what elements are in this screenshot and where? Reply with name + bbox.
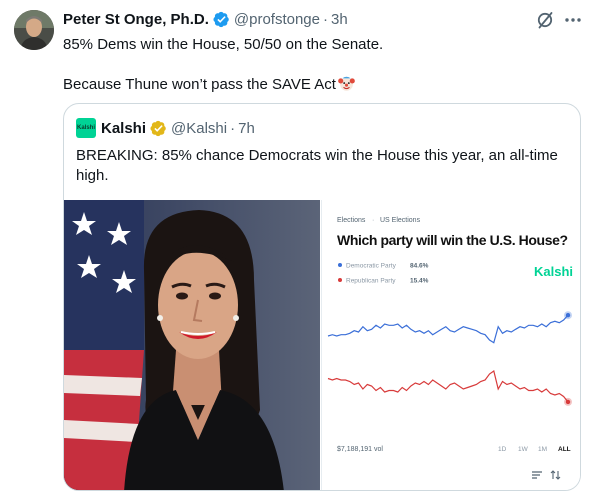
range-1w-button[interactable]: 1W xyxy=(518,446,529,453)
breadcrumb-us-elections[interactable]: US Elections xyxy=(380,217,421,224)
verified-badge-icon[interactable] xyxy=(213,11,230,28)
more-options-icon[interactable] xyxy=(563,10,583,30)
volume-label: $7,188,191 vol xyxy=(337,446,383,453)
legend-dot-republican xyxy=(338,278,342,282)
author-avatar[interactable] xyxy=(14,10,54,50)
quote-author-handle[interactable]: @Kalshi xyxy=(171,120,227,137)
range-all-button[interactable]: ALL xyxy=(558,446,571,453)
tweet-text-line1: 85% Dems win the House, 50/50 on the Sen… xyxy=(63,36,384,53)
chart-plot-area xyxy=(327,311,572,406)
chart-title: Which party will win the U.S. House? xyxy=(337,232,568,248)
kalshi-brand-logo: Kalshi xyxy=(534,264,573,279)
gold-verified-badge-icon[interactable] xyxy=(150,120,167,137)
tweet-text: 85% Dems win the House, 50/50 on the Sen… xyxy=(63,35,573,95)
market-chart: Elections · US Elections Which party wil… xyxy=(327,217,573,480)
author-handle[interactable]: @profstonge xyxy=(234,11,320,28)
portrait-image xyxy=(64,200,320,490)
legend-label-republican: Republican Party xyxy=(346,278,396,285)
legend-dot-democratic xyxy=(338,263,342,267)
series-endpoint-democratic xyxy=(565,313,571,318)
filter-lines-icon[interactable] xyxy=(532,471,542,479)
range-1m-button[interactable]: 1M xyxy=(538,446,547,453)
tweet-text-line2-content: Because Thune won’t pass the SAVE Act xyxy=(63,76,336,93)
author-name[interactable]: Peter St Onge, Ph.D. xyxy=(63,11,209,28)
quote-media[interactable]: Elections · US Elections Which party wil… xyxy=(64,200,580,490)
quote-header: Kalshi Kalshi @Kalshi · 7h xyxy=(76,118,255,138)
breadcrumb-elections[interactable]: Elections xyxy=(337,217,366,224)
clown-face-icon xyxy=(338,76,355,91)
legend-value-republican: 15.4% xyxy=(410,278,429,285)
quote-text: BREAKING: 85% chance Democrats win the H… xyxy=(76,147,558,184)
quote-timestamp[interactable]: 7h xyxy=(238,120,255,137)
grok-icon[interactable] xyxy=(535,10,555,30)
breadcrumb-separator: · xyxy=(372,217,374,224)
series-line-republican xyxy=(327,370,569,403)
portrait-photo[interactable] xyxy=(64,200,320,490)
swap-arrows-icon[interactable] xyxy=(550,470,561,480)
series-endpoint-republican xyxy=(565,399,571,405)
avatar-photo xyxy=(14,10,54,50)
series-line-democratic xyxy=(327,314,569,344)
tweet-header: Peter St Onge, Ph.D. @profstonge · 3h xyxy=(63,10,348,28)
kalshi-chart-card[interactable]: Elections · US Elections Which party wil… xyxy=(321,200,580,490)
kalshi-avatar-label: Kalshi xyxy=(76,125,95,131)
quote-author-name[interactable]: Kalshi xyxy=(101,120,146,137)
legend-label-democratic: Democratic Party xyxy=(346,263,397,270)
separator-dot: · xyxy=(323,10,328,28)
quoted-tweet[interactable]: Kalshi Kalshi @Kalshi · 7h BREAKING: 85%… xyxy=(63,103,581,491)
range-1d-button[interactable]: 1D xyxy=(498,446,507,453)
kalshi-avatar[interactable]: Kalshi xyxy=(76,118,96,138)
quote-separator-dot: · xyxy=(230,119,236,137)
tweet-timestamp[interactable]: 3h xyxy=(331,11,348,28)
legend-value-democratic: 84.6% xyxy=(410,263,429,270)
tweet-text-line2: Because Thune won’t pass the SAVE Act xyxy=(63,75,573,95)
